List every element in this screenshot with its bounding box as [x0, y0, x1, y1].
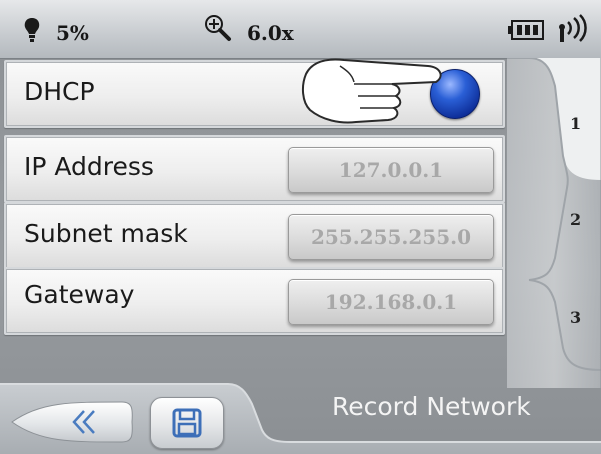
tab-2[interactable]: 2 [570, 210, 581, 229]
bulb-icon [24, 18, 40, 42]
dhcp-label: DHCP [24, 77, 95, 106]
ip-address-field[interactable]: 127.0.0.1 [288, 147, 494, 193]
back-button[interactable] [10, 400, 134, 444]
gateway-field[interactable]: 192.168.0.1 [288, 279, 494, 325]
tab-3[interactable]: 3 [570, 308, 581, 327]
tab-strip-shape [507, 58, 601, 388]
ip-address-label: IP Address [24, 152, 154, 181]
pointing-hand-icon [301, 58, 442, 124]
tab-strip: 1 2 3 [507, 58, 601, 388]
page-title: Record Network [332, 392, 531, 421]
floppy-disk-icon [172, 408, 202, 438]
gateway-row: Gateway 192.168.0.1 [4, 267, 505, 335]
signal-icon [559, 14, 587, 42]
zoom-value: 6.0x [247, 21, 294, 45]
brightness-value: 5% [56, 21, 89, 45]
subnet-mask-label: Subnet mask [24, 219, 188, 248]
gateway-label: Gateway [24, 280, 135, 309]
ip-address-row: IP Address 127.0.0.1 [4, 135, 505, 203]
subnet-mask-field[interactable]: 255.255.255.0 [288, 214, 494, 260]
subnet-mask-row: Subnet mask 255.255.255.0 [4, 202, 505, 270]
status-bar: 5% 6.0x [0, 0, 601, 59]
tab-1[interactable]: 1 [570, 114, 581, 133]
battery-icon [508, 20, 544, 40]
zoom-in-icon [205, 15, 231, 41]
screen: 5% 6.0x 1 2 3 DHCP IP Address 127.0.0.1 … [0, 0, 601, 454]
save-button[interactable] [150, 397, 224, 449]
